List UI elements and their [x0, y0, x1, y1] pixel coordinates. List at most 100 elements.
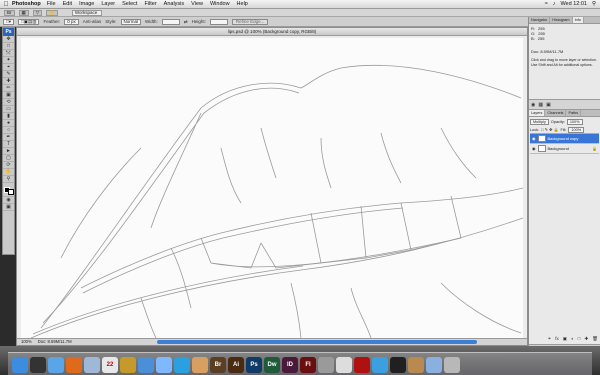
screen-mode-icon[interactable]: ▣	[3, 204, 14, 211]
view-extras-button[interactable]: ▦	[18, 9, 29, 16]
eyedropper-tool-icon[interactable]: ✎	[3, 71, 14, 78]
cyberduck-icon[interactable]	[120, 357, 136, 373]
new-group-icon[interactable]: □	[578, 336, 581, 343]
safari-icon[interactable]	[48, 357, 64, 373]
clone-stamp-tool-icon[interactable]: ▣	[3, 92, 14, 99]
wifi-icon[interactable]: ≈	[545, 1, 548, 7]
acrobat-icon[interactable]	[354, 357, 370, 373]
zoom-tool-icon[interactable]: ⚲	[3, 176, 14, 183]
tab-channels[interactable]: Channels	[545, 110, 567, 116]
menu-filter[interactable]: Filter	[144, 1, 156, 7]
height-input[interactable]	[209, 18, 228, 25]
spotlight-icon[interactable]: ⚲	[592, 1, 596, 7]
history-brush-tool-icon[interactable]: ⟲	[3, 99, 14, 106]
tool-preset-picker[interactable]: □▾	[3, 18, 14, 25]
path-select-tool-icon[interactable]: ►	[3, 148, 14, 155]
menu-window[interactable]: Window	[210, 1, 230, 7]
new-layer-icon[interactable]: ✚	[585, 336, 589, 343]
menu-layer[interactable]: Layer	[101, 1, 115, 7]
document-title-bar[interactable]: lips.psd @ 100% (Background copy, RGB/8)	[17, 28, 527, 36]
layer-style-icon[interactable]: fx	[555, 336, 559, 343]
menu-app-name[interactable]: Photoshop	[12, 1, 41, 7]
crop-tool-icon[interactable]: ⌖	[3, 64, 14, 71]
indesign-icon[interactable]: ID	[282, 357, 298, 373]
menu-view[interactable]: View	[191, 1, 203, 7]
illustrator-icon[interactable]: Ai	[228, 357, 244, 373]
menu-image[interactable]: Image	[79, 1, 94, 7]
hand-tool-icon[interactable]: ✋	[3, 169, 14, 176]
tab-navigator[interactable]: Navigator	[529, 17, 551, 23]
eraser-tool-icon[interactable]: ▭	[3, 106, 14, 113]
move-tool-icon[interactable]: ✥	[3, 36, 14, 43]
eye-icon[interactable]: ◉	[532, 136, 536, 141]
shape-tool-icon[interactable]: ▢	[3, 155, 14, 162]
healing-tool-icon[interactable]: ✚	[3, 78, 14, 85]
menu-edit[interactable]: Edit	[63, 1, 72, 7]
finder-icon[interactable]	[12, 357, 28, 373]
doc-size[interactable]: Doc: 8.59M/11.7M	[38, 339, 72, 345]
layer-mask-icon[interactable]: ▣	[563, 336, 567, 343]
menu-analysis[interactable]: Analysis	[164, 1, 184, 7]
tab-info[interactable]: Info	[572, 17, 584, 23]
dreamweaver-icon[interactable]: Dw	[264, 357, 280, 373]
zoom-level-button[interactable]: ▽	[32, 9, 43, 16]
eye-icon[interactable]: ◉	[532, 146, 536, 151]
selection-mode-buttons[interactable]: □▣▤▥	[17, 18, 40, 25]
apple-menu-icon[interactable]: 	[0, 1, 12, 8]
mail-icon[interactable]	[84, 357, 100, 373]
blur-tool-icon[interactable]: ●	[3, 120, 14, 127]
firefox-icon[interactable]	[66, 357, 82, 373]
adjustment-layer-icon[interactable]: ◐	[571, 336, 574, 343]
width-input[interactable]	[161, 18, 180, 25]
styles-panel-icon[interactable]: ▣	[546, 102, 551, 108]
opacity-input[interactable]: 100%	[566, 119, 583, 125]
tab-histogram[interactable]: Histogram	[550, 17, 573, 23]
brush-tool-icon[interactable]: ✏	[3, 85, 14, 92]
antialias-checkbox[interactable]: Anti-alias	[83, 19, 102, 24]
menu-file[interactable]: File	[47, 1, 56, 7]
quicktime-icon[interactable]	[372, 357, 388, 373]
swap-icon[interactable]: ⇄	[184, 19, 188, 25]
pen-tool-icon[interactable]: ✒	[3, 134, 14, 141]
3d-rotate-tool-icon[interactable]: ⟳	[3, 162, 14, 169]
flash-icon[interactable]: Fl	[300, 357, 316, 373]
color-panel-icon[interactable]: ◉	[531, 102, 535, 108]
layer-row[interactable]: ◉ Background copy	[530, 134, 599, 144]
layer-name[interactable]: Background copy	[548, 136, 579, 141]
hand-tool-button[interactable]: ✋	[46, 9, 58, 16]
workspace-switcher[interactable]: Workspace	[71, 9, 102, 16]
bridge-button[interactable]: Br	[4, 9, 15, 16]
terminal-icon[interactable]	[390, 357, 406, 373]
ical-icon[interactable]: 22	[102, 357, 118, 373]
skype-icon[interactable]	[174, 357, 190, 373]
trash-icon[interactable]	[444, 357, 460, 373]
volume-icon[interactable]: ♪	[553, 1, 556, 7]
menu-select[interactable]: Select	[122, 1, 137, 7]
menu-help[interactable]: Help	[237, 1, 248, 7]
clock[interactable]: Wed 12:01	[560, 1, 587, 7]
quick-select-tool-icon[interactable]: ✦	[3, 57, 14, 64]
link-layers-icon[interactable]: ⚭	[548, 336, 552, 343]
lasso-tool-icon[interactable]: ⤲	[3, 50, 14, 57]
textedit-icon[interactable]	[336, 357, 352, 373]
zoom-value[interactable]: 100%	[21, 339, 32, 345]
dodge-tool-icon[interactable]: ○	[3, 127, 14, 134]
bridge-icon[interactable]: Br	[210, 357, 226, 373]
color-swatches-icon[interactable]	[3, 183, 14, 197]
dashboard-icon[interactable]	[30, 357, 46, 373]
photoshop-icon[interactable]: Ps	[246, 357, 262, 373]
tab-paths[interactable]: Paths	[566, 110, 582, 116]
lock-icons[interactable]: □ ✎ ✥ 🔒	[541, 127, 558, 132]
fill-input[interactable]: 100%	[568, 126, 585, 133]
itunes-icon[interactable]	[138, 357, 154, 373]
layer-name[interactable]: Background	[548, 146, 569, 151]
type-tool-icon[interactable]: T	[3, 141, 14, 148]
horizontal-scrollbar[interactable]	[157, 340, 477, 344]
swatches-panel-icon[interactable]: ▦	[538, 102, 543, 108]
tab-layers[interactable]: Layers	[529, 110, 546, 116]
feather-input[interactable]: 0 px	[64, 18, 79, 25]
gradient-tool-icon[interactable]: ▮	[3, 113, 14, 120]
delete-layer-icon[interactable]: 🗑	[592, 336, 598, 343]
marquee-tool-icon[interactable]: □	[3, 43, 14, 50]
style-select[interactable]: Normal	[120, 18, 142, 25]
